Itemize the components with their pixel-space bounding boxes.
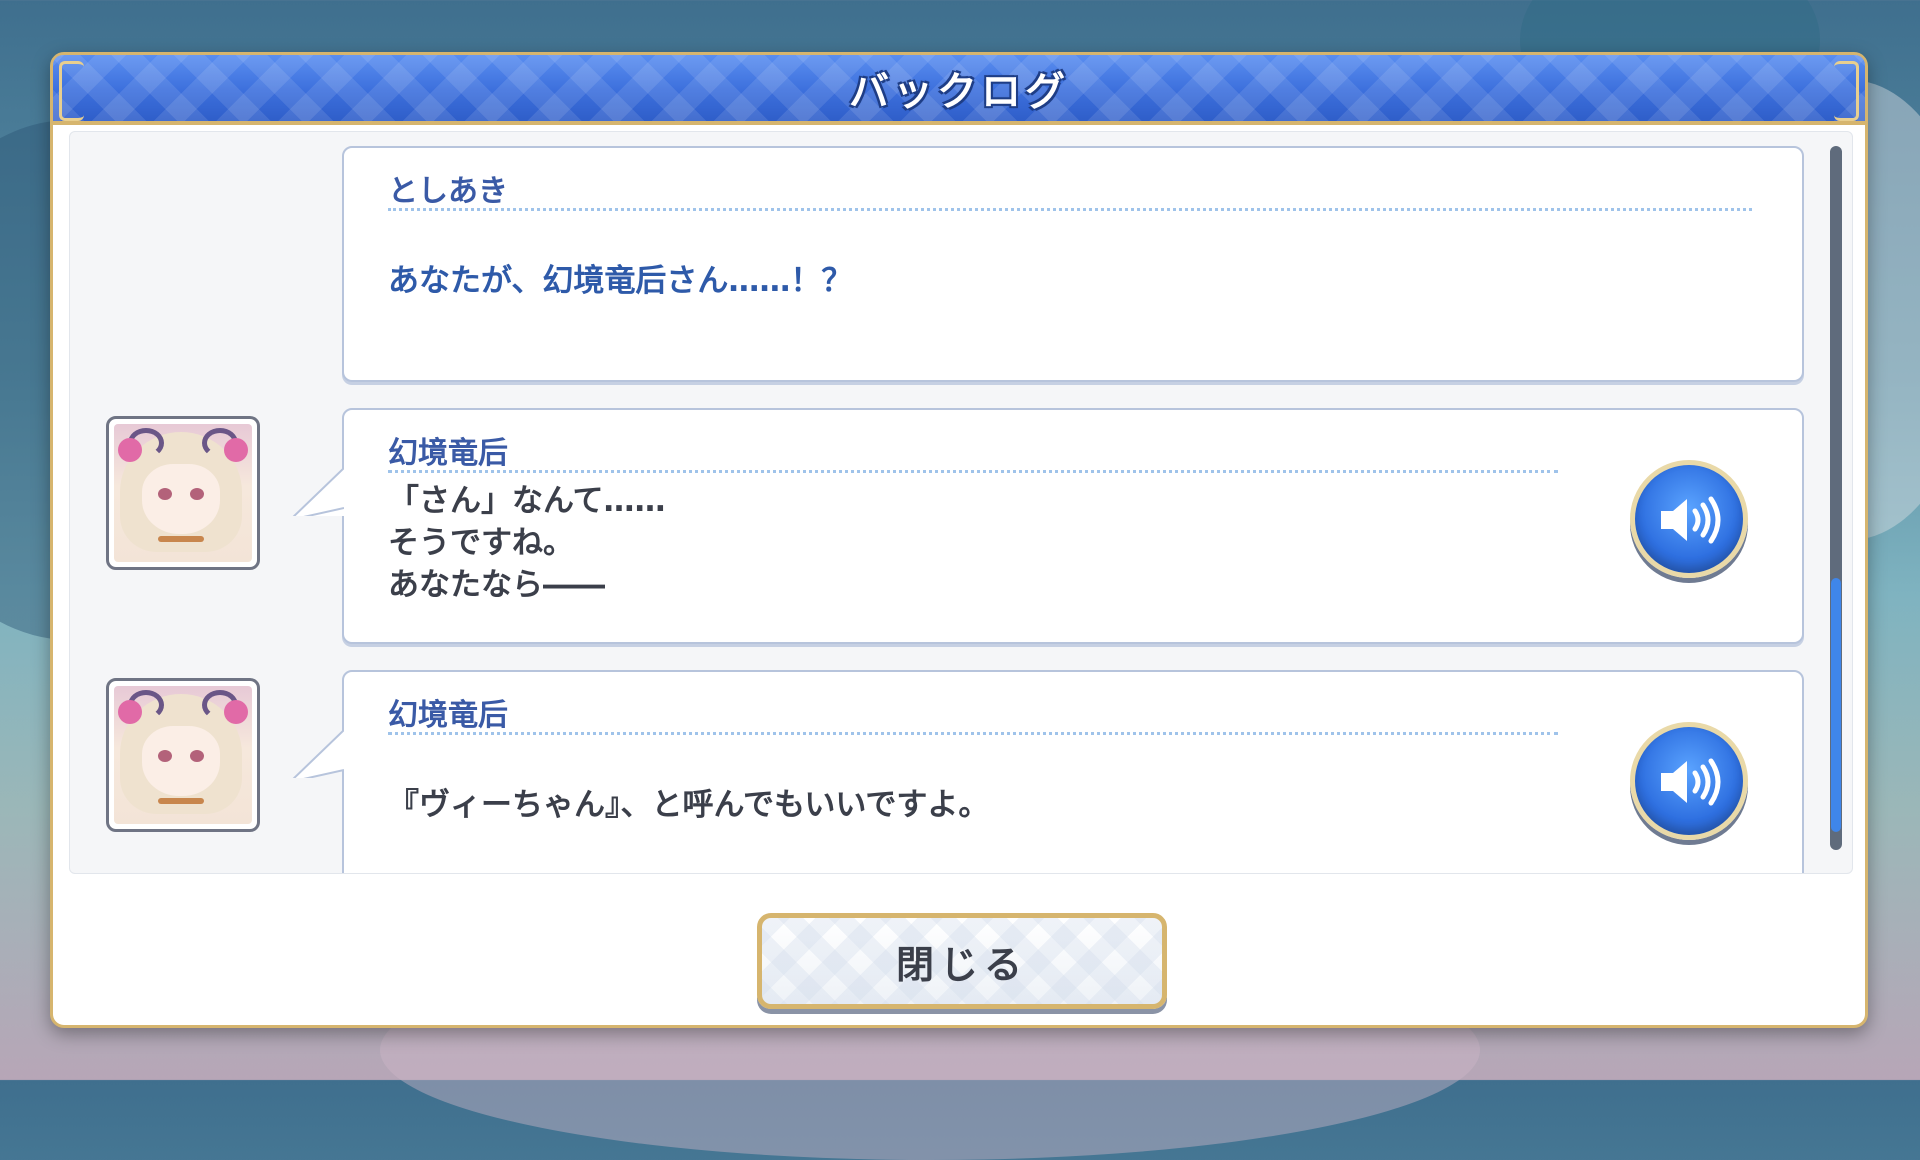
message-bubble: としあき あなたが、幻境竜后さん……！？: [342, 146, 1804, 382]
dialog-title-bar: バックログ: [53, 55, 1865, 125]
close-button[interactable]: 閉じる: [757, 913, 1167, 1009]
speaker-name: 幻境竜后: [388, 436, 508, 471]
message-text: 「さん」なんて…… そうですね。 あなたなら――: [388, 483, 666, 603]
name-divider: [388, 732, 1558, 735]
voice-replay-button[interactable]: [1630, 460, 1748, 578]
scrollbar-thumb[interactable]: [1831, 578, 1841, 832]
backlog-dialog: バックログ としあき あなたが、幻境竜后さん……！？ 幻境竜后 「さん」なんて……: [50, 52, 1868, 1028]
name-divider: [388, 208, 1752, 211]
message-text: 『ヴィーちゃん』、と呼んでもいいですよ。: [388, 787, 990, 823]
speech-tail-icon: [292, 467, 344, 516]
speaker-icon: [1661, 758, 1721, 806]
avatar: [106, 678, 260, 832]
speaker-name: としあき: [388, 174, 508, 209]
message-text: あなたが、幻境竜后さん……！？: [388, 263, 853, 299]
backlog-scroll-area[interactable]: としあき あなたが、幻境竜后さん……！？ 幻境竜后 「さん」なんて…… そうです…: [69, 131, 1853, 874]
name-divider: [388, 470, 1558, 473]
scrollbar-track[interactable]: [1830, 146, 1842, 850]
character-portrait-icon: [114, 424, 252, 562]
ornament-corner: [59, 61, 84, 121]
speech-tail-icon: [292, 729, 344, 778]
message-bubble: 幻境竜后 「さん」なんて…… そうですね。 あなたなら――: [292, 408, 1804, 644]
close-button-label: 閉じる: [895, 942, 1028, 987]
voice-replay-button[interactable]: [1630, 722, 1748, 840]
avatar: [106, 416, 260, 570]
speaker-icon: [1661, 496, 1721, 544]
message-bubble: 幻境竜后 『ヴィーちゃん』、と呼んでもいいですよ。: [292, 670, 1804, 873]
dialog-title: バックログ: [849, 69, 1069, 115]
speaker-name: 幻境竜后: [388, 698, 508, 733]
character-portrait-icon: [114, 686, 252, 824]
ornament-corner: [1834, 61, 1859, 121]
